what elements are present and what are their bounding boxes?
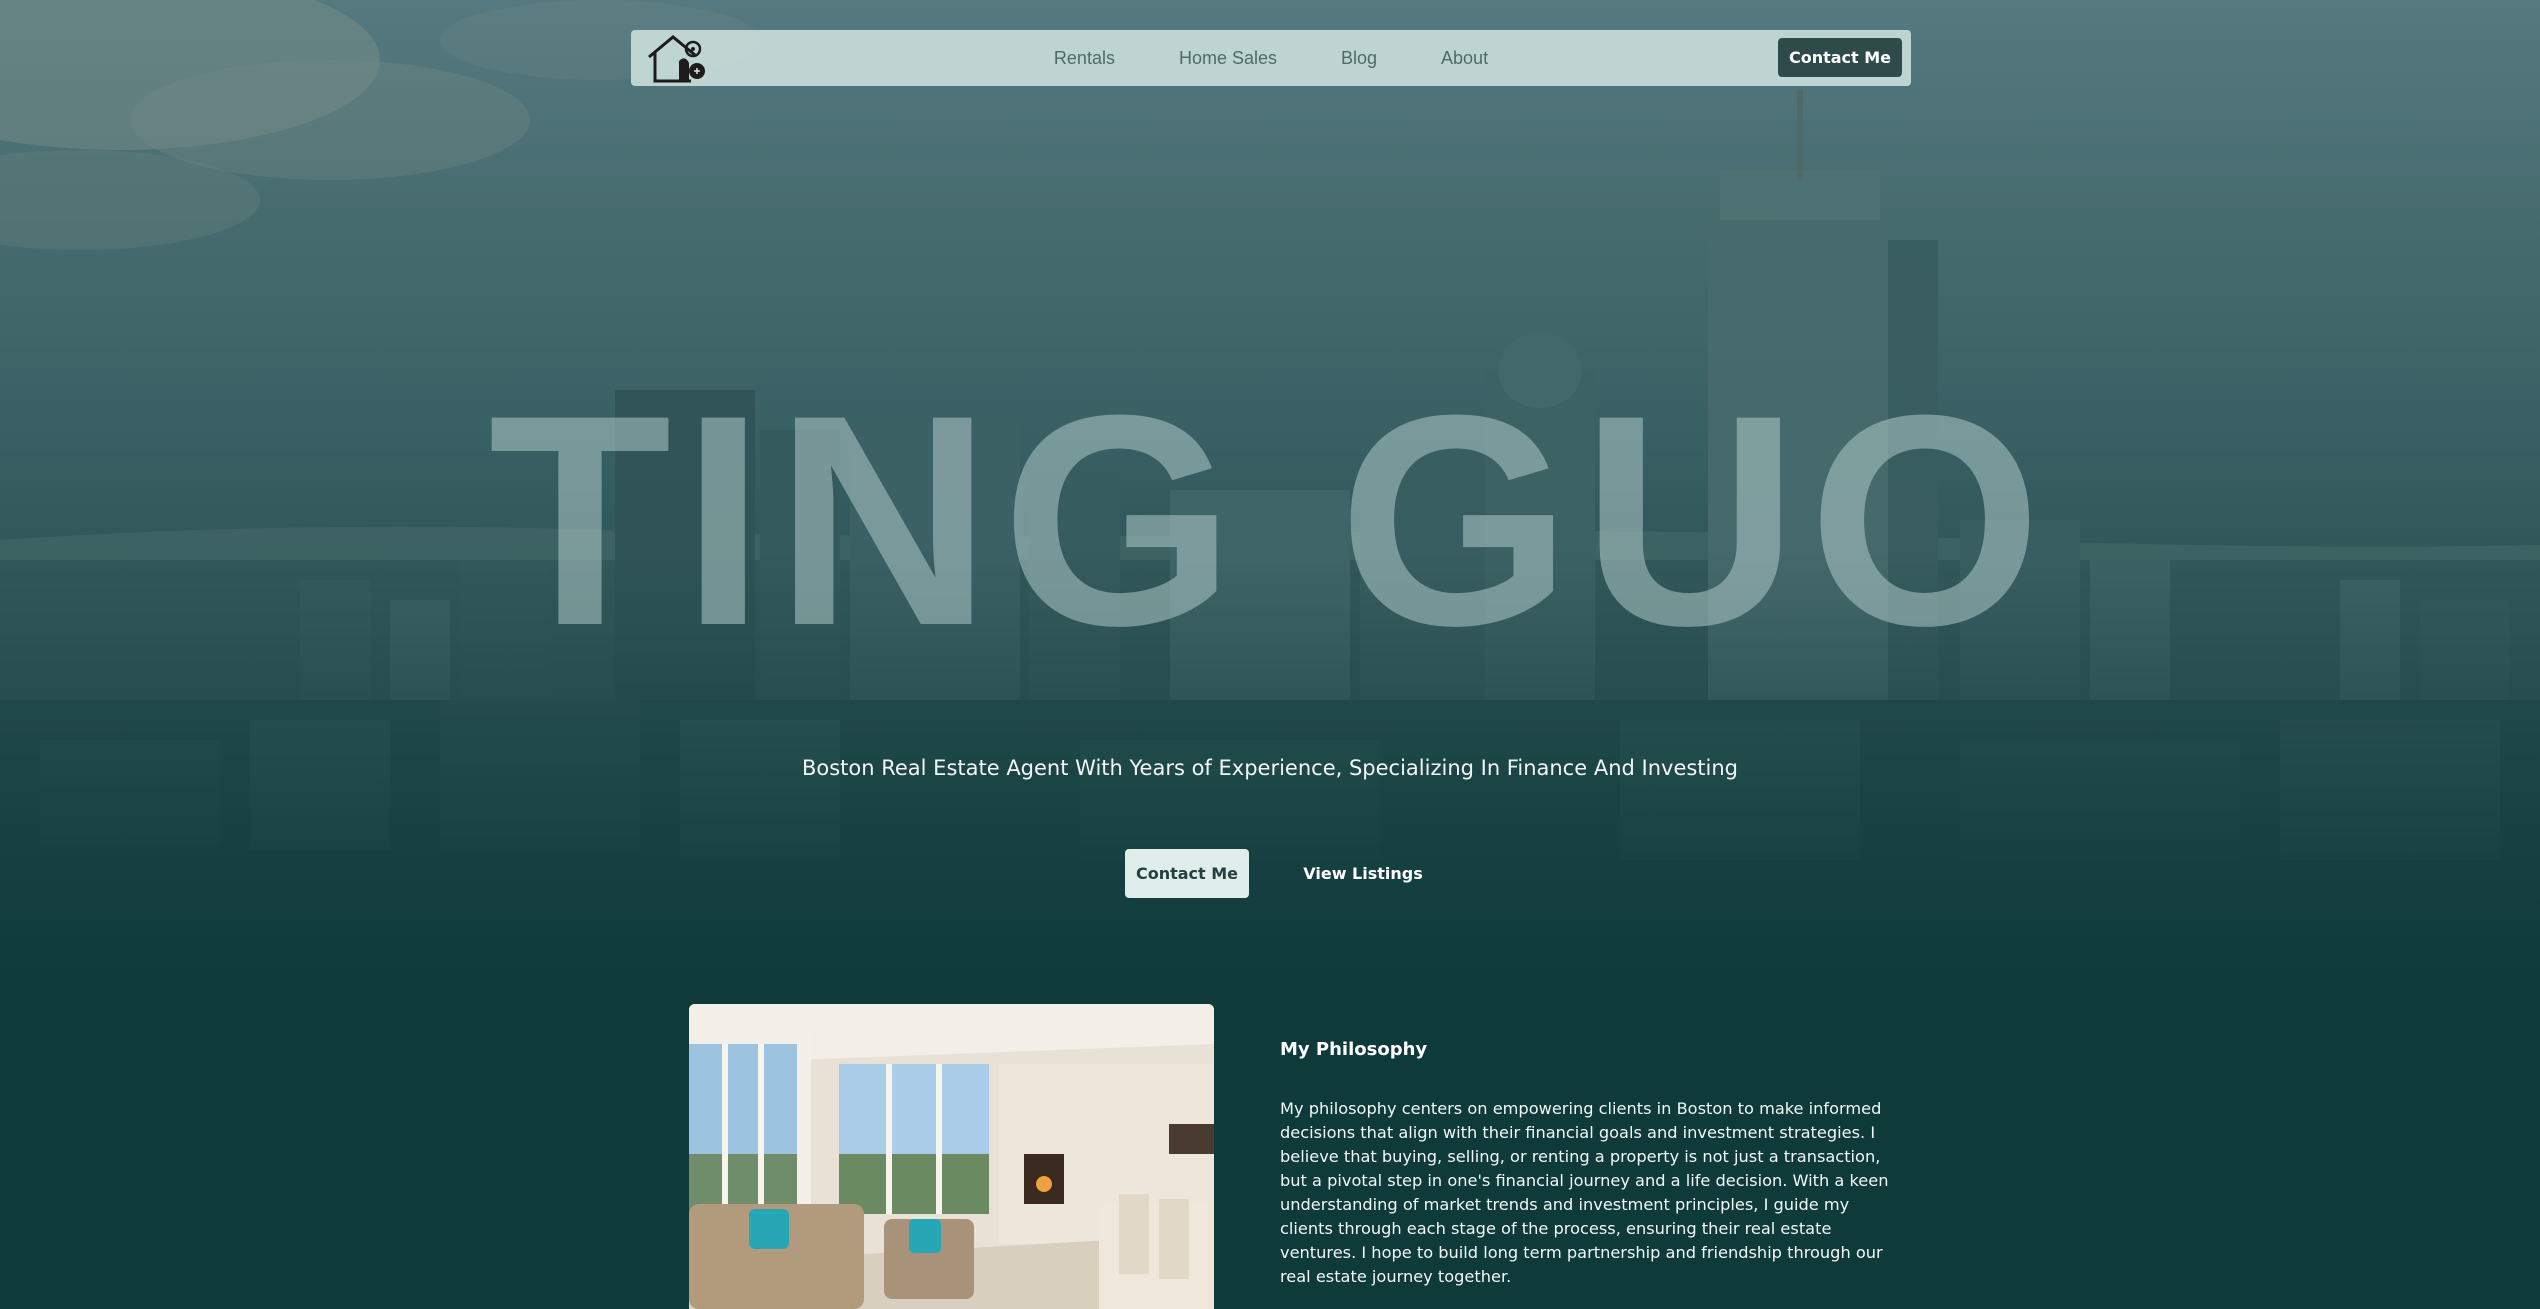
hero-tagline: Boston Real Estate Agent With Years of E… bbox=[801, 756, 1739, 780]
section-background bbox=[0, 1000, 2540, 1309]
living-room-photo bbox=[689, 1004, 1214, 1309]
nav-link-home-sales[interactable]: Home Sales bbox=[1147, 48, 1309, 69]
hero-contact-button[interactable]: Contact Me bbox=[1125, 849, 1249, 898]
view-listings-button[interactable]: View Listings bbox=[1295, 849, 1431, 898]
philosophy-body: My philosophy centers on empowering clie… bbox=[1280, 1099, 1889, 1286]
navbar: Rentals Home Sales Blog About Contact Me bbox=[631, 30, 1911, 86]
philosophy-title: My Philosophy bbox=[1280, 1039, 1428, 1060]
nav-link-blog[interactable]: Blog bbox=[1309, 48, 1409, 69]
house-key-logo-icon[interactable] bbox=[645, 33, 711, 85]
hero-name-heading: TING GUO bbox=[488, 352, 2052, 688]
nav-links: Rentals Home Sales Blog About bbox=[631, 30, 1911, 86]
nav-contact-button[interactable]: Contact Me bbox=[1778, 38, 1902, 77]
nav-link-about[interactable]: About bbox=[1409, 48, 1520, 69]
nav-link-rentals[interactable]: Rentals bbox=[1022, 48, 1147, 69]
